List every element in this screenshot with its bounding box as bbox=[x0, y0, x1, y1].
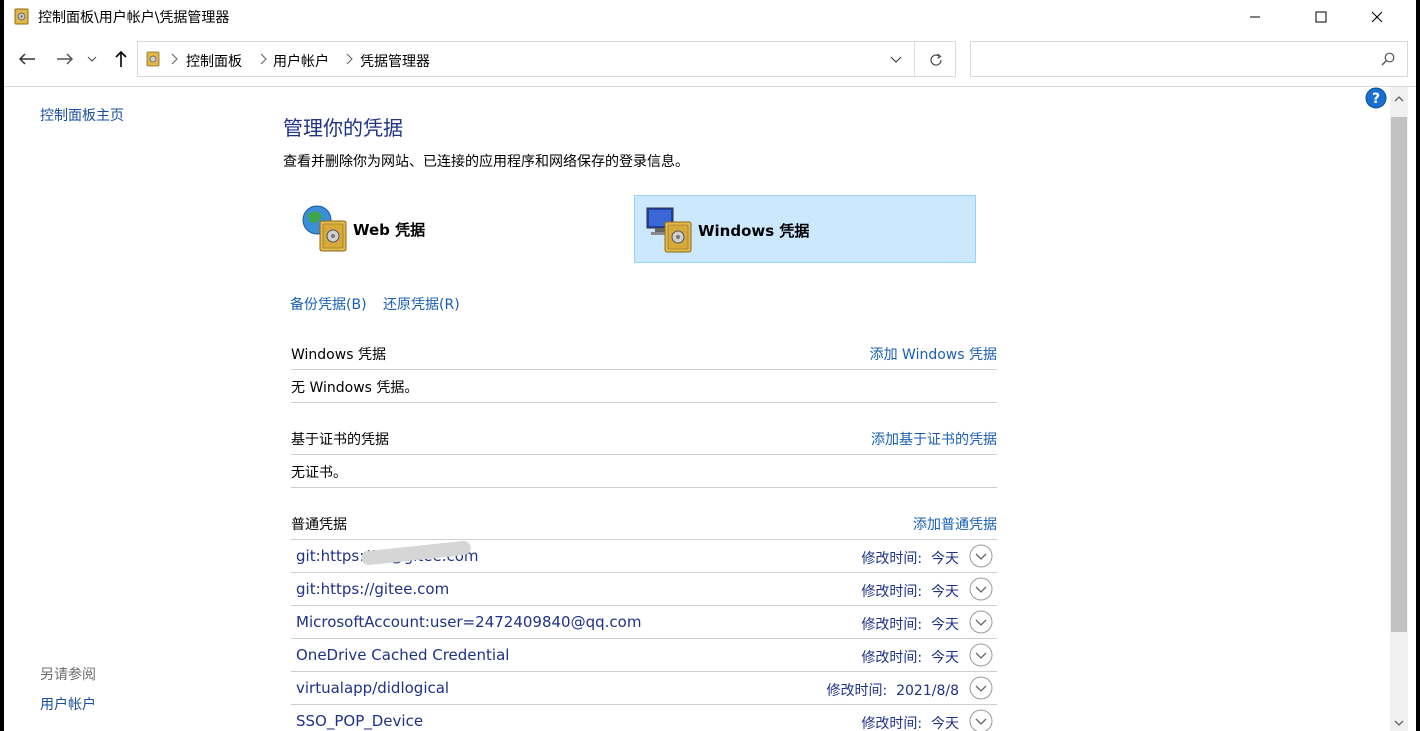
maximize-icon bbox=[1315, 11, 1327, 22]
control-panel-home-link[interactable]: 控制面板主页 bbox=[40, 105, 124, 125]
section-divider bbox=[291, 487, 997, 488]
expand-chevron-icon[interactable] bbox=[969, 709, 993, 731]
minimize-icon bbox=[1250, 16, 1260, 17]
credential-row[interactable]: OneDrive Cached Credential 修改时间: 今天 bbox=[291, 639, 997, 672]
credential-manager-window: 控制面板\用户帐户\凭据管理器 控制面板 用户帐户 凭据管理器 控制面板主页 另… bbox=[4, 0, 1416, 731]
backup-credentials-link[interactable]: 备份凭据(B) bbox=[290, 294, 367, 314]
section-divider bbox=[291, 369, 997, 370]
section-divider bbox=[291, 454, 997, 455]
address-divider bbox=[914, 42, 915, 76]
arrow-left-icon bbox=[18, 53, 35, 65]
close-icon bbox=[1371, 11, 1383, 22]
refresh-icon bbox=[930, 53, 942, 66]
chevron-down-icon bbox=[890, 56, 902, 63]
credential-name: SSO_POP_Device bbox=[296, 712, 424, 730]
expand-chevron-icon[interactable] bbox=[969, 544, 993, 568]
chevron-down-icon bbox=[87, 56, 97, 62]
see-also-label: 另请参阅 bbox=[40, 667, 96, 683]
refresh-button[interactable] bbox=[926, 50, 946, 70]
address-bar[interactable]: 控制面板 用户帐户 凭据管理器 bbox=[137, 41, 956, 77]
expand-chevron-icon[interactable] bbox=[969, 610, 993, 634]
search-box[interactable] bbox=[970, 41, 1408, 77]
windows-credentials-icon bbox=[646, 207, 692, 253]
windows-credentials-empty-text: 无 Windows 凭据。 bbox=[291, 380, 419, 396]
address-dropdown-button[interactable] bbox=[886, 50, 906, 70]
recent-locations-button[interactable] bbox=[84, 46, 100, 72]
svg-text:?: ? bbox=[1372, 91, 1380, 107]
help-icon[interactable]: ? bbox=[1365, 87, 1387, 109]
credential-name: MicrosoftAccount:user=2472409840@qq.com bbox=[296, 613, 642, 631]
navigation-bar: 控制面板 用户帐户 凭据管理器 bbox=[4, 33, 1416, 87]
scrollbar-thumb[interactable] bbox=[1391, 117, 1407, 632]
breadcrumb-user-accounts[interactable]: 用户帐户 bbox=[273, 51, 329, 71]
web-credentials-tile[interactable]: Web 凭据 bbox=[290, 195, 632, 263]
control-panel-icon bbox=[146, 51, 160, 67]
page-title: 管理你的凭据 bbox=[283, 116, 403, 140]
see-also-user-accounts-link[interactable]: 用户帐户 bbox=[40, 694, 96, 714]
maximize-button[interactable] bbox=[1298, 0, 1344, 33]
credential-name: virtualapp/didlogical bbox=[296, 679, 450, 697]
window-title: 控制面板\用户帐户\凭据管理器 bbox=[38, 10, 230, 26]
breadcrumb-separator-icon bbox=[346, 53, 353, 65]
windows-credentials-tile[interactable]: Windows 凭据 bbox=[634, 195, 976, 263]
credential-modified: 修改时间: 今天 bbox=[861, 617, 959, 633]
add-certificate-credential-link[interactable]: 添加基于证书的凭据 bbox=[871, 429, 997, 449]
credential-row[interactable]: git:https://gitee.com 修改时间: 今天 bbox=[291, 573, 997, 606]
expand-chevron-icon[interactable] bbox=[969, 577, 993, 601]
credential-name: git:https://gitee.com bbox=[296, 580, 450, 598]
expand-chevron-icon[interactable] bbox=[969, 676, 993, 700]
web-credentials-icon bbox=[302, 205, 347, 252]
credential-modified: 修改时间: 今天 bbox=[861, 650, 959, 666]
credential-modified: 修改时间: 今天 bbox=[861, 551, 959, 567]
credential-modified: 修改时间: 2021/8/8 bbox=[826, 683, 959, 699]
windows-credentials-section-title: Windows 凭据 bbox=[291, 347, 386, 363]
credential-row[interactable]: git:https:// 7@gitee.com 修改时间: 今天 bbox=[291, 540, 997, 573]
credential-row[interactable]: virtualapp/didlogical 修改时间: 2021/8/8 bbox=[291, 672, 997, 705]
scroll-down-icon[interactable] bbox=[1394, 719, 1404, 727]
certificate-credentials-empty-text: 无证书。 bbox=[291, 465, 347, 481]
close-button[interactable] bbox=[1354, 0, 1400, 33]
arrow-up-icon bbox=[115, 50, 127, 67]
vertical-scrollbar[interactable] bbox=[1390, 87, 1408, 731]
scroll-up-icon[interactable] bbox=[1394, 95, 1404, 103]
add-windows-credential-link[interactable]: 添加 Windows 凭据 bbox=[870, 344, 997, 364]
windows-credentials-label: Windows 凭据 bbox=[698, 222, 810, 240]
restore-credentials-link[interactable]: 还原凭据(R) bbox=[383, 294, 460, 314]
credential-modified: 修改时间: 今天 bbox=[861, 584, 959, 600]
web-credentials-label: Web 凭据 bbox=[353, 221, 426, 239]
expand-chevron-icon[interactable] bbox=[969, 643, 993, 667]
search-icon bbox=[1381, 52, 1395, 66]
section-divider bbox=[291, 402, 997, 403]
breadcrumb-separator-icon bbox=[171, 53, 178, 65]
add-generic-credential-link[interactable]: 添加普通凭据 bbox=[913, 514, 997, 534]
up-button[interactable] bbox=[108, 46, 134, 72]
credential-row[interactable]: SSO_POP_Device 修改时间: 今天 bbox=[291, 705, 997, 731]
breadcrumb-control-panel[interactable]: 控制面板 bbox=[186, 51, 242, 71]
title-bar: 控制面板\用户帐户\凭据管理器 bbox=[4, 0, 1416, 33]
forward-button[interactable] bbox=[52, 46, 78, 72]
certificate-credentials-section-title: 基于证书的凭据 bbox=[291, 432, 389, 448]
back-button[interactable] bbox=[14, 46, 40, 72]
page-description: 查看并删除你为网站、已连接的应用程序和网络保存的登录信息。 bbox=[283, 154, 689, 170]
breadcrumb-credential-manager[interactable]: 凭据管理器 bbox=[360, 51, 430, 71]
credential-row[interactable]: MicrosoftAccount:user=2472409840@qq.com … bbox=[291, 606, 997, 639]
generic-credentials-section-title: 普通凭据 bbox=[291, 517, 347, 533]
credential-modified: 修改时间: 今天 bbox=[861, 716, 959, 731]
credential-name: OneDrive Cached Credential bbox=[296, 646, 510, 664]
breadcrumb-separator-icon bbox=[260, 53, 267, 65]
credential-manager-icon bbox=[14, 8, 29, 25]
arrow-right-icon bbox=[57, 53, 74, 65]
minimize-button[interactable] bbox=[1232, 0, 1278, 33]
